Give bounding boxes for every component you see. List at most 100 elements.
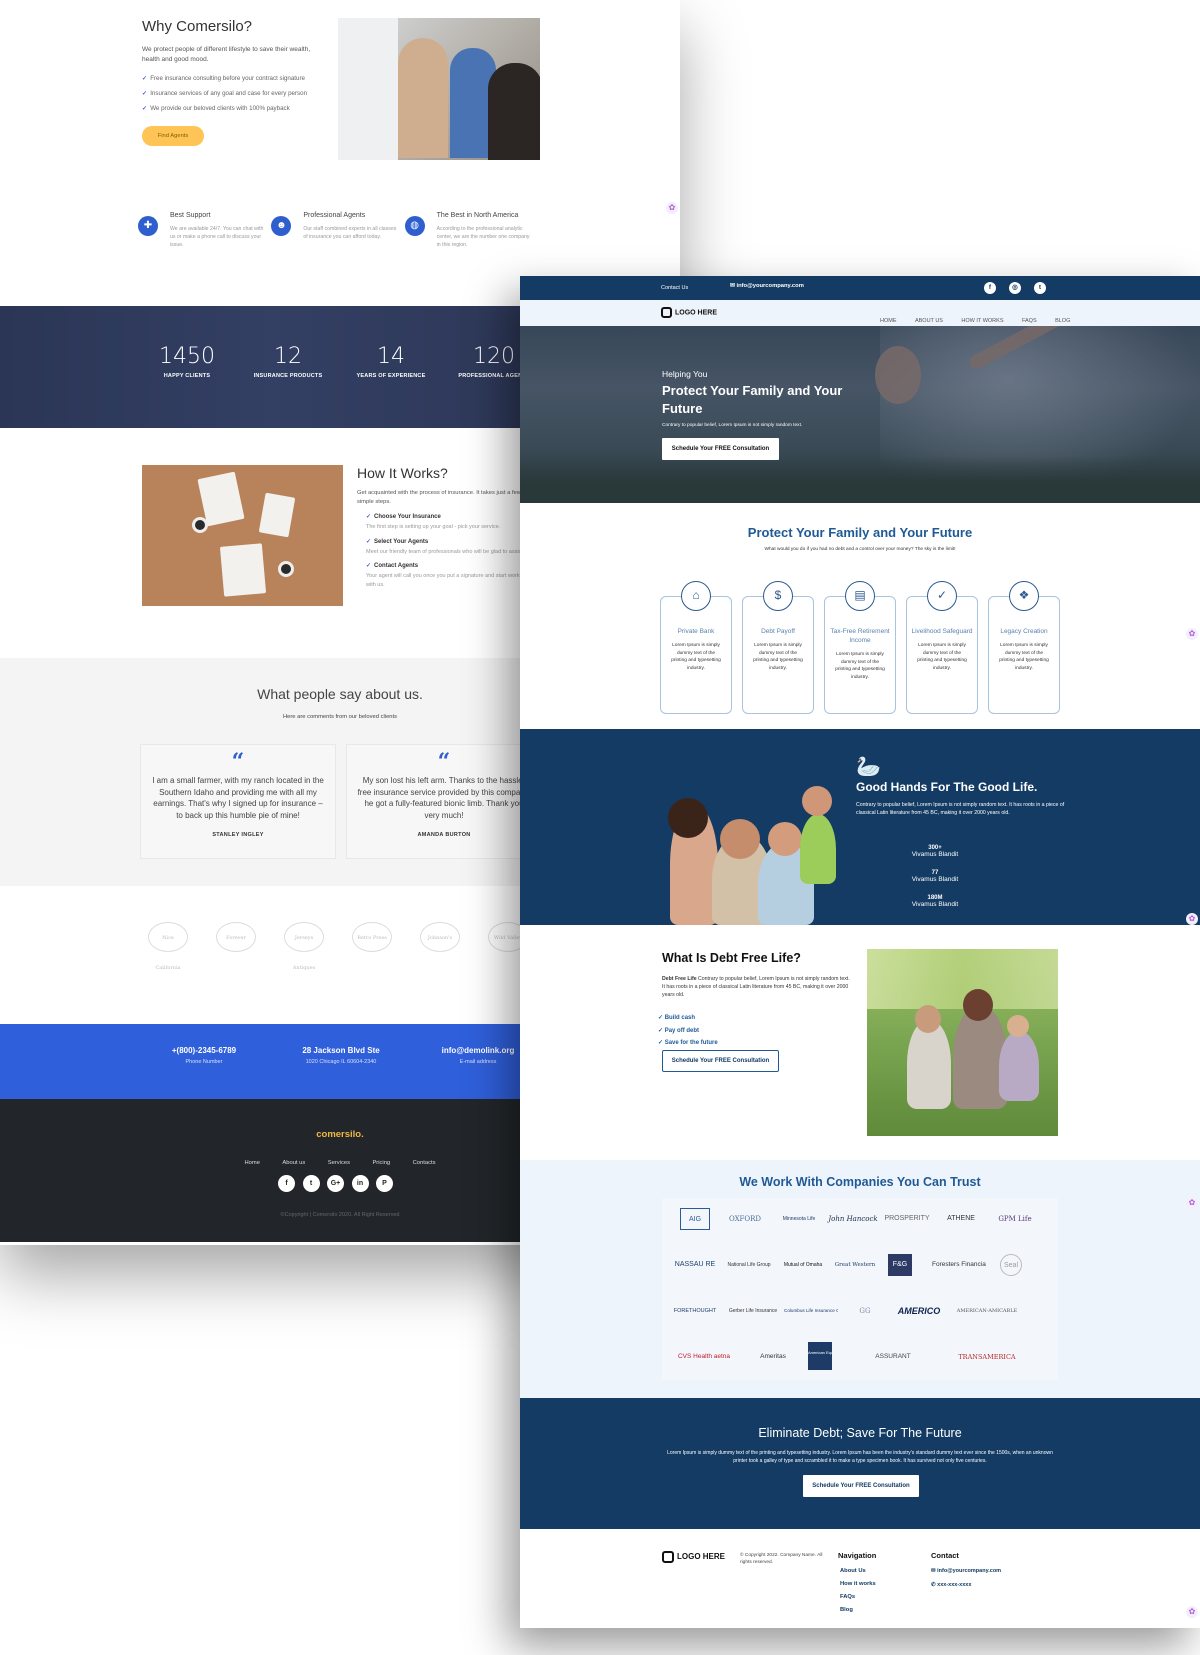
service-card-legacy[interactable]: ❖ Legacy Creation Lorem Ipsum is simply …	[988, 581, 1060, 714]
footer-email[interactable]: ✉ info@yourcompany.com	[931, 1568, 1001, 1574]
company-logo: F&G	[888, 1254, 912, 1276]
good-hands-title: Good Hands For The Good Life.	[856, 780, 1038, 794]
nav-faqs[interactable]: FAQS	[1022, 318, 1037, 324]
legacy-icon: ❖	[1009, 581, 1039, 611]
debt-consultation-button[interactable]: Schedule Your FREE Consultation	[662, 1050, 779, 1072]
eliminate-debt-section: Eliminate Debt; Save For The Future Lore…	[520, 1398, 1200, 1529]
footer-contact-title: Contact	[931, 1551, 959, 1560]
facebook-icon[interactable]: f	[984, 282, 996, 294]
partner-logo: Jerseys Antiques	[284, 922, 324, 971]
eliminate-text: Lorem Ipsum is simply dummy text of the …	[667, 1450, 1053, 1464]
bank-icon: ⌂	[681, 581, 711, 611]
debt-text: Debt Free Life Contrary to popular belie…	[662, 976, 850, 998]
facebook-icon[interactable]: f	[278, 1175, 295, 1192]
company-logo: Seal	[1000, 1254, 1022, 1276]
footer-logo[interactable]: LOGO HERE	[662, 1551, 725, 1563]
desk-meeting-photo	[142, 465, 343, 606]
features-row: ✚ Best Support We are available 24/7. You…	[138, 212, 538, 249]
footer-nav-how-it-works[interactable]: How it works	[840, 1581, 876, 1587]
protect-title: Protect Your Family and Your Future	[747, 525, 973, 540]
extension-icon[interactable]: ✿	[1186, 913, 1198, 925]
good-stat: 77 Vivamus Blandit	[911, 870, 959, 883]
google-plus-icon[interactable]: G+	[327, 1175, 344, 1192]
debt-bullet: ✓ Save for the future	[658, 1040, 718, 1046]
company-logo: Minnesota Life	[782, 1216, 816, 1222]
contact-phone[interactable]: +(800)-2345-6789 Phone Number	[134, 1046, 274, 1065]
how-intro: Get acquainted with the process of insur…	[357, 490, 522, 505]
company-logo: Great Western	[834, 1262, 876, 1268]
contact-us-link[interactable]: Contact Us	[661, 285, 688, 291]
company-logo: AMERICO	[897, 1306, 941, 1316]
office-team-photo	[338, 18, 540, 160]
nav-home[interactable]: HOME	[880, 318, 897, 324]
trusted-companies-section: We Work With Companies You Can Trust AIG…	[520, 1160, 1200, 1398]
service-card-retirement[interactable]: ▤ Tax-Free Retirement Income Lorem Ipsum…	[824, 581, 896, 714]
footer-nav-blog[interactable]: Blog	[840, 1607, 853, 1613]
footer-nav-home[interactable]: Home	[244, 1160, 259, 1166]
company-logo: AIG	[680, 1208, 710, 1230]
good-hands-text: Contrary to popular belief, Lorem Ipsum …	[856, 802, 1065, 816]
good-stat: 180M Vivamus Blandit	[911, 895, 959, 908]
company-logo: NASSAU RE	[674, 1261, 716, 1268]
quote-icon: “	[437, 749, 451, 775]
check-icon: ✓	[366, 514, 372, 520]
how-title: How It Works?	[357, 465, 448, 481]
company-logo: ATHENE	[947, 1215, 975, 1222]
partner-logo: Retro Press	[352, 922, 392, 952]
nav-about[interactable]: ABOUT US	[915, 318, 943, 324]
debt-bullet: ✓ Pay off debt	[658, 1027, 700, 1034]
footer-nav-about[interactable]: About Us	[840, 1568, 866, 1574]
logo-icon	[661, 307, 672, 318]
pinterest-icon[interactable]: P	[376, 1175, 393, 1192]
footer-nav-services[interactable]: Services	[328, 1160, 350, 1166]
check-icon: ✓	[142, 75, 148, 82]
topbar-email[interactable]: ✉ info@yourcompany.com	[730, 283, 804, 289]
check-icon: ✓	[366, 563, 372, 569]
extension-icon[interactable]: ✿	[1186, 1606, 1198, 1618]
footer-phone[interactable]: ✆ xxx-xxx-xxxx	[931, 1582, 971, 1588]
globe-icon: ◍	[404, 216, 425, 236]
company-logo: Ameritas	[760, 1353, 786, 1360]
linkedin-icon[interactable]: in	[351, 1175, 369, 1192]
nav-how-it-works[interactable]: HOW IT WORKS	[961, 318, 1003, 324]
service-card-livelihood[interactable]: ✓ Livelihood Safeguard Lorem Ipsum is si…	[906, 581, 978, 714]
company-logo: American Equity	[808, 1342, 832, 1370]
company-logo: AMERICAN-AMICABLE	[956, 1308, 1018, 1314]
twitter-icon[interactable]: t	[1034, 282, 1046, 294]
stat-happy-clients: 1450 HAPPY CLIENTS	[159, 344, 215, 379]
extension-icon[interactable]: ✿	[1186, 628, 1198, 640]
top-bar: Contact Us ✉ info@yourcompany.com f ◎ t	[520, 276, 1200, 300]
company-logo: CVS Health aetna	[677, 1353, 731, 1360]
partner-logo: Johnson's	[420, 922, 460, 952]
feature-title: The Best in North America	[436, 212, 519, 219]
company-logo: ASSURANT	[875, 1353, 911, 1360]
footer-nav-pricing[interactable]: Pricing	[372, 1160, 390, 1166]
feature-best-support: ✚ Best Support We are available 24/7. You…	[138, 212, 271, 249]
main-nav: LOGO HERE HOME ABOUT US HOW IT WORKS FAQ…	[520, 300, 1200, 326]
feature-title: Professional Agents	[303, 212, 366, 219]
eliminate-consultation-button[interactable]: Schedule Your FREE Consultation	[803, 1475, 919, 1497]
service-card-private-bank[interactable]: ⌂ Private Bank Lorem Ipsum is simply dum…	[660, 581, 732, 714]
extension-icon[interactable]: ✿	[666, 202, 678, 214]
stat-insurance-products: 12 INSURANCE PRODUCTS	[253, 344, 323, 379]
company-logo-grid: AIG OXFORD Minnesota Life John Hancock P…	[662, 1198, 1058, 1380]
extension-icon[interactable]: ✿	[1186, 1197, 1198, 1209]
protect-subtitle: What would you do if you had no debt and…	[764, 547, 956, 552]
company-logo: Gerber Life Insurance	[728, 1308, 778, 1314]
lifebuoy-icon: ✚	[138, 216, 158, 236]
site-logo[interactable]: LOGO HERE	[661, 307, 717, 318]
feature-text: Our staff combined experts in all classe…	[303, 226, 397, 240]
nav-blog[interactable]: BLOG	[1055, 318, 1070, 324]
instagram-icon[interactable]: ◎	[1009, 282, 1021, 294]
logo-icon	[662, 1551, 674, 1563]
footer-nav-about[interactable]: About us	[282, 1160, 305, 1166]
footer-nav-contacts[interactable]: Contacts	[413, 1160, 436, 1166]
eliminate-title: Eliminate Debt; Save For The Future	[758, 1426, 962, 1440]
how-it-works-section: How It Works? Get acquainted with the pr…	[357, 465, 537, 589]
footer-nav-faqs[interactable]: FAQs	[840, 1594, 855, 1600]
hero-consultation-button[interactable]: Schedule Your FREE Consultation	[662, 438, 779, 460]
twitter-icon[interactable]: t	[302, 1175, 320, 1192]
service-card-debt-payoff[interactable]: $ Debt Payoff Lorem Ipsum is simply dumm…	[742, 581, 814, 714]
find-agents-button[interactable]: Find Agents	[142, 126, 204, 146]
family-photo	[660, 774, 840, 925]
